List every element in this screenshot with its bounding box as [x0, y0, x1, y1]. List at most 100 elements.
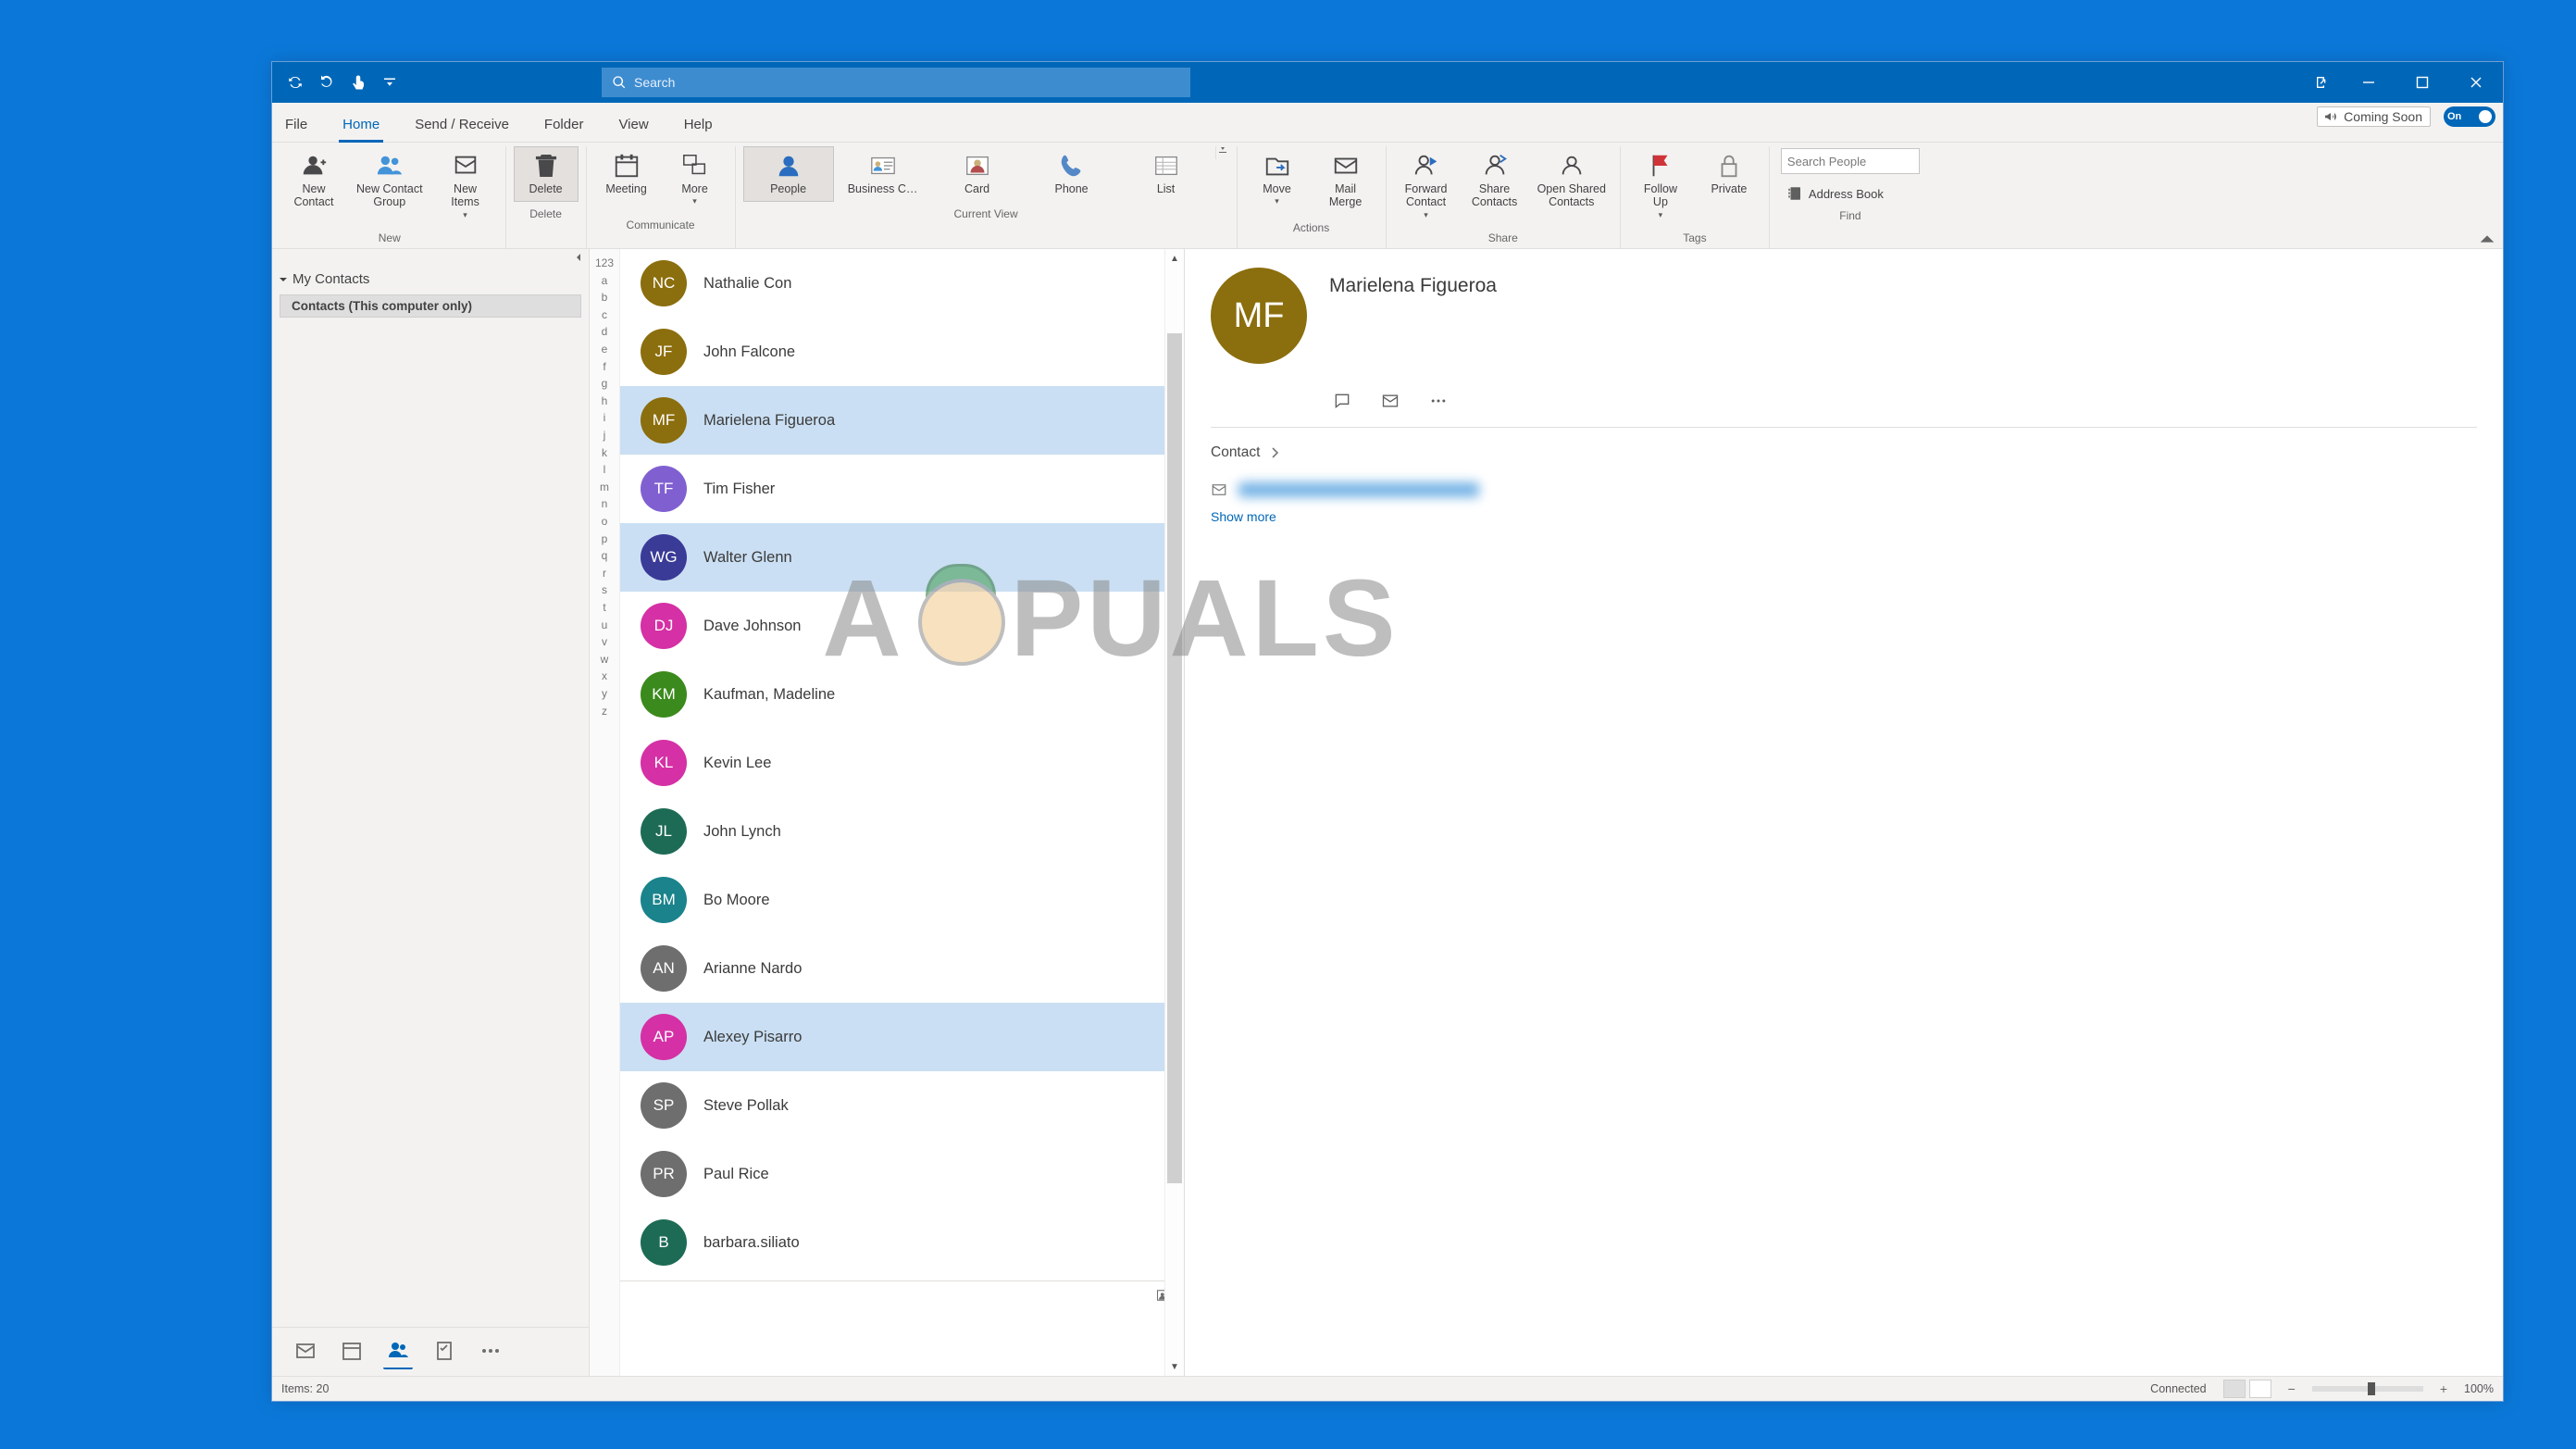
- contact-item[interactable]: APAlexey Pisarro: [620, 1003, 1184, 1071]
- alpha-o[interactable]: o: [590, 513, 619, 531]
- mail-merge-button[interactable]: Mail Merge: [1313, 146, 1378, 216]
- contact-item[interactable]: TFTim Fisher: [620, 455, 1184, 523]
- alpha-y[interactable]: y: [590, 685, 619, 703]
- qat-dropdown-icon[interactable]: [378, 69, 402, 96]
- email-action-icon[interactable]: [1377, 390, 1403, 412]
- alpha-z[interactable]: z: [590, 703, 619, 720]
- alpha-s[interactable]: s: [590, 581, 619, 599]
- contact-item[interactable]: NCNathalie Con: [620, 249, 1184, 318]
- alpha-r[interactable]: r: [590, 565, 619, 582]
- tab-home[interactable]: Home: [339, 113, 383, 142]
- alpha-q[interactable]: q: [590, 547, 619, 565]
- module-tasks[interactable]: [429, 1336, 459, 1368]
- alpha-123[interactable]: 123: [590, 255, 619, 272]
- contact-item[interactable]: Bbarbara.siliato: [620, 1208, 1184, 1277]
- module-calendar[interactable]: [337, 1336, 367, 1368]
- alpha-a[interactable]: a: [590, 272, 619, 290]
- alpha-p[interactable]: p: [590, 531, 619, 548]
- contact-item[interactable]: WGWalter Glenn: [620, 523, 1184, 592]
- zoom-slider[interactable]: [2312, 1386, 2423, 1392]
- contact-item[interactable]: KMKaufman, Madeline: [620, 660, 1184, 729]
- delete-button[interactable]: Delete: [514, 146, 579, 202]
- contact-item[interactable]: PRPaul Rice: [620, 1140, 1184, 1208]
- alpha-h[interactable]: h: [590, 393, 619, 410]
- tab-help[interactable]: Help: [680, 113, 716, 142]
- alpha-f[interactable]: f: [590, 358, 619, 376]
- contact-item[interactable]: JLJohn Lynch: [620, 797, 1184, 866]
- more-communicate-button[interactable]: More ▾: [663, 146, 728, 213]
- forward-contact-button[interactable]: Forward Contact ▾: [1394, 146, 1459, 226]
- tab-file[interactable]: File: [281, 113, 311, 142]
- contact-item[interactable]: SPSteve Pollak: [620, 1071, 1184, 1140]
- view-business-card-button[interactable]: Business C…: [838, 146, 928, 202]
- contact-scrollbar[interactable]: ▲ ▼: [1164, 249, 1184, 1376]
- contact-section-header[interactable]: Contact: [1211, 444, 2477, 461]
- alphabet-index[interactable]: 123abcdefghijklmnopqrstuvwxyz: [590, 249, 620, 1376]
- coming-soon-toggle[interactable]: On: [2444, 106, 2495, 127]
- sync-all-icon[interactable]: [283, 69, 307, 96]
- minimize-button[interactable]: [2342, 62, 2396, 103]
- module-people[interactable]: [383, 1335, 413, 1369]
- alpha-b[interactable]: b: [590, 289, 619, 306]
- close-button[interactable]: [2449, 62, 2503, 103]
- contact-item[interactable]: ANArianne Nardo: [620, 934, 1184, 1003]
- alpha-i[interactable]: i: [590, 409, 619, 427]
- show-more-link[interactable]: Show more: [1211, 509, 2477, 524]
- status-view-normal[interactable]: [2223, 1380, 2246, 1398]
- maximize-button[interactable]: [2396, 62, 2449, 103]
- tab-folder[interactable]: Folder: [541, 113, 588, 142]
- more-action-icon[interactable]: [1425, 390, 1451, 412]
- new-contact-group-button[interactable]: New Contact Group: [350, 146, 429, 216]
- alpha-m[interactable]: m: [590, 479, 619, 496]
- folder-this-computer[interactable]: Contacts (This computer only): [280, 294, 581, 318]
- contact-item[interactable]: BMBo Moore: [620, 866, 1184, 934]
- contact-item[interactable]: MFMarielena Figueroa: [620, 386, 1184, 455]
- view-phone-button[interactable]: Phone: [1027, 146, 1117, 202]
- contact-item[interactable]: JFJohn Falcone: [620, 318, 1184, 386]
- show-in-new-window-icon[interactable]: [2299, 62, 2342, 103]
- contact-item[interactable]: KLKevin Lee: [620, 729, 1184, 797]
- contact-item[interactable]: DJDave Johnson: [620, 592, 1184, 660]
- alpha-v[interactable]: v: [590, 633, 619, 651]
- coming-soon-badge[interactable]: Coming Soon: [2317, 106, 2431, 127]
- meeting-button[interactable]: Meeting: [594, 146, 659, 202]
- alpha-w[interactable]: w: [590, 651, 619, 668]
- scroll-down-icon[interactable]: ▼: [1165, 1357, 1184, 1376]
- alpha-c[interactable]: c: [590, 306, 619, 324]
- alpha-k[interactable]: k: [590, 444, 619, 462]
- zoom-out-icon[interactable]: −: [2288, 1381, 2296, 1396]
- view-people-button[interactable]: People: [743, 146, 834, 202]
- new-contact-button[interactable]: New Contact: [281, 146, 346, 216]
- alpha-x[interactable]: x: [590, 668, 619, 685]
- undo-icon[interactable]: [315, 69, 339, 96]
- module-mail[interactable]: [291, 1336, 320, 1368]
- search-people-input[interactable]: Search People: [1781, 148, 1920, 174]
- touch-mode-icon[interactable]: [346, 69, 370, 96]
- search-bar[interactable]: Search: [602, 68, 1190, 97]
- address-book-button[interactable]: Address Book: [1781, 183, 1889, 204]
- alpha-u[interactable]: u: [590, 617, 619, 634]
- status-view-reading[interactable]: [2249, 1380, 2271, 1398]
- view-list-button[interactable]: List: [1121, 146, 1212, 202]
- alpha-d[interactable]: d: [590, 323, 619, 341]
- chat-action-icon[interactable]: [1329, 390, 1355, 412]
- ribbon-collapse-button[interactable]: [2477, 231, 2497, 246]
- folder-pane-collapse[interactable]: [272, 249, 589, 266]
- follow-up-button[interactable]: Follow Up ▾: [1628, 146, 1693, 226]
- zoom-in-icon[interactable]: +: [2440, 1381, 2447, 1396]
- share-contacts-button[interactable]: Share Contacts: [1462, 146, 1527, 216]
- tab-view[interactable]: View: [615, 113, 652, 142]
- module-more[interactable]: [476, 1336, 505, 1368]
- private-button[interactable]: Private: [1697, 146, 1761, 202]
- alpha-j[interactable]: j: [590, 427, 619, 444]
- move-button[interactable]: Move ▾: [1245, 146, 1310, 213]
- alpha-n[interactable]: n: [590, 495, 619, 513]
- alpha-l[interactable]: l: [590, 461, 619, 479]
- gallery-expand-button[interactable]: [1215, 146, 1229, 159]
- tab-send-receive[interactable]: Send / Receive: [411, 113, 513, 142]
- alpha-g[interactable]: g: [590, 375, 619, 393]
- scroll-up-icon[interactable]: ▲: [1165, 249, 1184, 268]
- open-shared-contacts-button[interactable]: Open Shared Contacts: [1531, 146, 1612, 216]
- alpha-t[interactable]: t: [590, 599, 619, 617]
- alpha-e[interactable]: e: [590, 341, 619, 358]
